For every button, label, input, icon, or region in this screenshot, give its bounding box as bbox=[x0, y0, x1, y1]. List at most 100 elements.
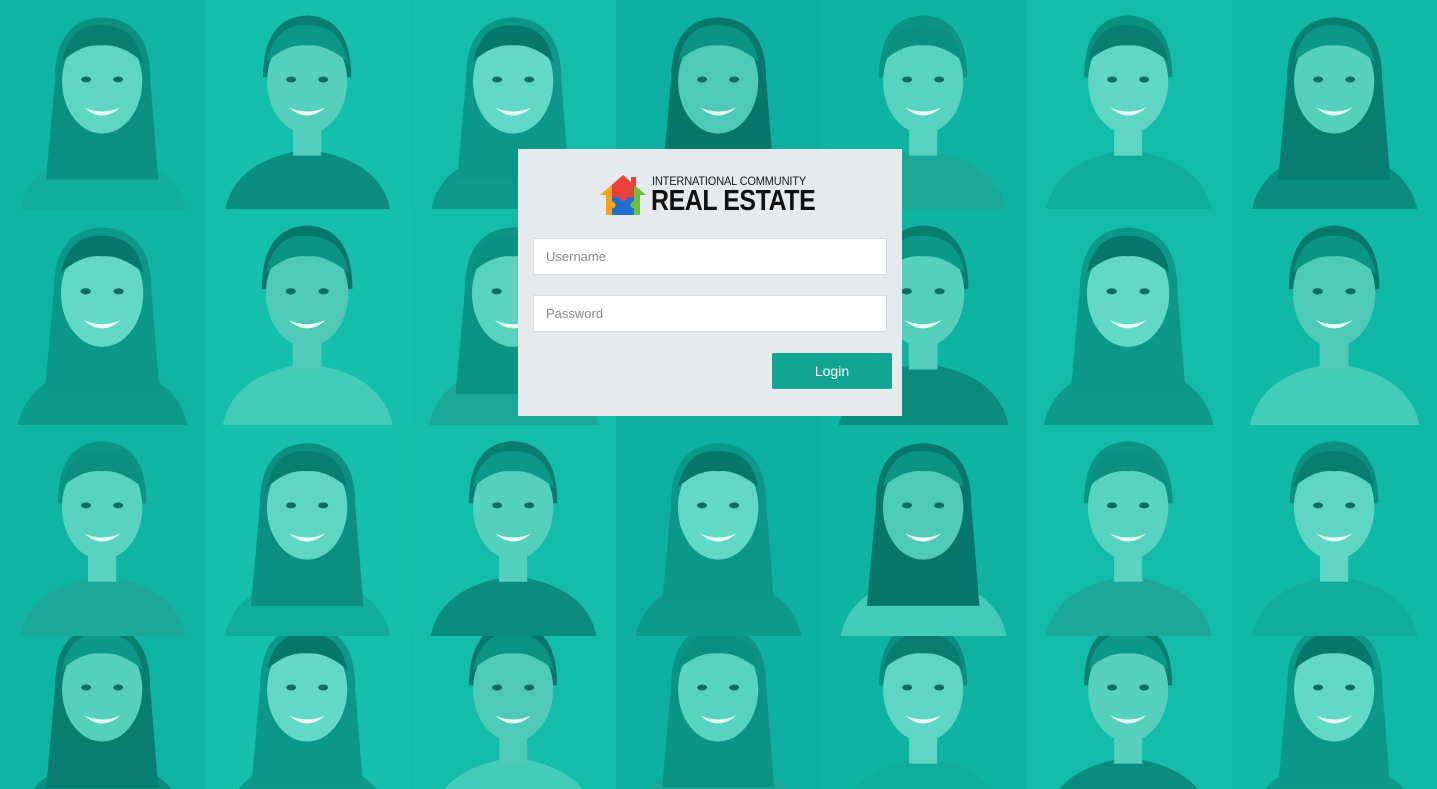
portrait-image bbox=[0, 0, 206, 209]
portrait-eye bbox=[1106, 288, 1118, 295]
portrait-tile bbox=[205, 636, 411, 789]
portrait-eye bbox=[901, 288, 912, 295]
portrait-image bbox=[1231, 425, 1437, 636]
brand-logo: INTERNATIONAL COMMUNITY REAL ESTATE bbox=[598, 173, 816, 217]
portrait-tile bbox=[615, 425, 822, 636]
portrait-eye bbox=[318, 288, 330, 295]
portrait-image bbox=[615, 425, 822, 636]
portrait-eye bbox=[285, 288, 297, 295]
portrait-image bbox=[0, 209, 206, 425]
portrait-eye bbox=[696, 502, 707, 509]
portrait-eye bbox=[1139, 288, 1151, 295]
portrait-eye bbox=[286, 684, 297, 691]
portrait-image bbox=[1231, 209, 1437, 425]
portrait-eye bbox=[113, 76, 124, 83]
portrait-image bbox=[1231, 636, 1437, 789]
portrait-eye bbox=[491, 684, 502, 691]
login-card: INTERNATIONAL COMMUNITY REAL ESTATE Logi… bbox=[518, 149, 902, 416]
portrait-eye bbox=[491, 502, 502, 509]
portrait-image bbox=[0, 425, 206, 636]
portrait-tile bbox=[1231, 0, 1437, 209]
portrait-tile bbox=[0, 636, 206, 789]
portrait-tile bbox=[410, 425, 616, 636]
portrait-image bbox=[205, 636, 411, 789]
portrait-eye bbox=[113, 684, 124, 691]
portrait-eye bbox=[1344, 502, 1355, 509]
portrait-eye bbox=[934, 502, 945, 509]
portrait-eye bbox=[1139, 502, 1150, 509]
portrait-tile bbox=[1026, 636, 1232, 789]
portrait-eye bbox=[523, 684, 534, 691]
portrait-eye bbox=[523, 76, 534, 83]
portrait-eye bbox=[318, 502, 329, 509]
portrait-tile bbox=[410, 636, 616, 789]
password-input[interactable] bbox=[533, 295, 887, 332]
portrait-image bbox=[410, 425, 616, 636]
portrait-tile bbox=[0, 209, 206, 425]
puzzle-house-icon bbox=[600, 175, 646, 215]
portrait-eye bbox=[113, 288, 124, 295]
portrait-eye bbox=[80, 288, 91, 295]
portrait-tile bbox=[1231, 636, 1437, 789]
login-button[interactable]: Login bbox=[772, 353, 892, 389]
portrait-eye bbox=[1312, 502, 1323, 509]
brand-name: REAL ESTATE bbox=[651, 185, 816, 217]
portrait-eye bbox=[696, 76, 707, 83]
portrait-eye bbox=[81, 76, 92, 83]
portrait-tile bbox=[615, 636, 822, 789]
portrait-eye bbox=[1139, 76, 1150, 83]
portrait-tile bbox=[1026, 209, 1232, 425]
portrait-image bbox=[1026, 0, 1232, 209]
portrait-eye bbox=[1312, 684, 1323, 691]
portrait-eye bbox=[729, 76, 740, 83]
portrait-eye bbox=[1312, 76, 1323, 83]
portrait-image bbox=[205, 209, 411, 425]
portrait-tile bbox=[1026, 0, 1232, 209]
portrait-eye bbox=[1139, 684, 1150, 691]
portrait-tile bbox=[205, 209, 411, 425]
portrait-image bbox=[1231, 0, 1437, 209]
portrait-tile bbox=[821, 425, 1027, 636]
username-input[interactable] bbox=[533, 238, 887, 275]
portrait-image bbox=[0, 636, 206, 789]
portrait-eye bbox=[1312, 288, 1323, 295]
portrait-eye bbox=[934, 684, 945, 691]
portrait-image bbox=[1026, 425, 1232, 636]
portrait-tile bbox=[205, 425, 411, 636]
portrait-tile bbox=[1231, 425, 1437, 636]
portrait-eye bbox=[729, 684, 740, 691]
portrait-image bbox=[410, 636, 616, 789]
portrait-image bbox=[821, 636, 1027, 789]
portrait-eye bbox=[491, 76, 502, 83]
portrait-image bbox=[615, 636, 822, 789]
portrait-image bbox=[1026, 636, 1232, 789]
portrait-eye bbox=[1344, 684, 1355, 691]
portrait-eye bbox=[318, 684, 329, 691]
portrait-eye bbox=[1344, 76, 1355, 83]
portrait-eye bbox=[1107, 502, 1118, 509]
portrait-eye bbox=[1107, 76, 1118, 83]
portrait-eye bbox=[286, 502, 297, 509]
portrait-eye bbox=[491, 288, 502, 295]
portrait-tile bbox=[0, 425, 206, 636]
portrait-eye bbox=[318, 76, 329, 83]
portrait-image bbox=[205, 0, 411, 209]
portrait-eye bbox=[523, 502, 534, 509]
portrait-eye bbox=[934, 288, 945, 295]
portrait-image bbox=[1026, 209, 1232, 425]
portrait-eye bbox=[729, 502, 740, 509]
portrait-eye bbox=[696, 684, 707, 691]
portrait-eye bbox=[1345, 288, 1356, 295]
portrait-eye bbox=[934, 76, 945, 83]
portrait-tile bbox=[1231, 209, 1437, 425]
portrait-eye bbox=[81, 684, 92, 691]
portrait-tile bbox=[0, 0, 206, 209]
portrait-image bbox=[205, 425, 411, 636]
portrait-eye bbox=[113, 502, 124, 509]
portrait-tile bbox=[205, 0, 411, 209]
portrait-tile bbox=[821, 636, 1027, 789]
portrait-eye bbox=[286, 76, 297, 83]
portrait-eye bbox=[902, 502, 913, 509]
portrait-eye bbox=[902, 684, 913, 691]
portrait-eye bbox=[1107, 684, 1118, 691]
